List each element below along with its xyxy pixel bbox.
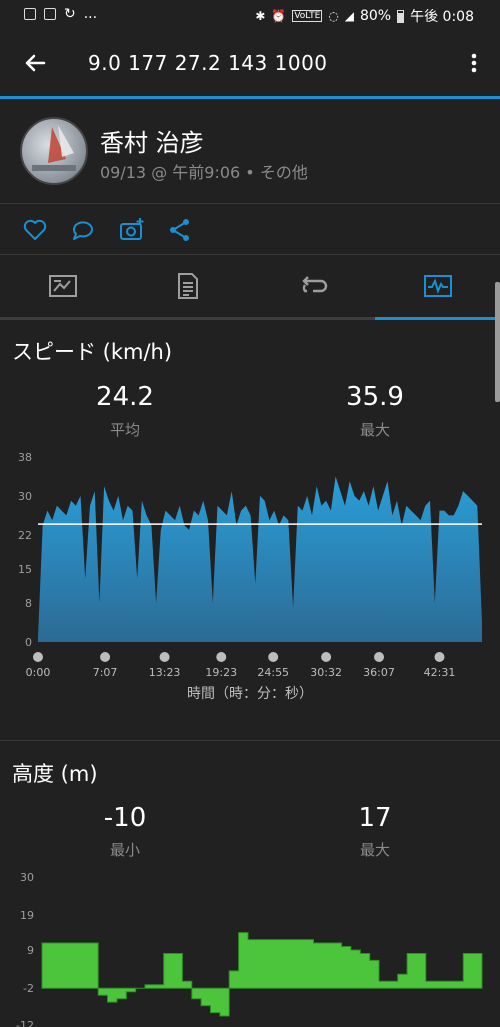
laps-icon [301,276,327,293]
speed-x-tick-label: 13:23 [149,666,181,679]
speed-avg-value: 24.2 [96,382,154,412]
speed-y-tick-label: 15 [18,563,32,576]
speed-x-tick-label: 0:00 [26,666,51,679]
elevation-min-label: 最小 [109,841,140,859]
status-dots: ... [83,6,98,22]
elevation-max-label: 最大 [359,841,390,859]
speed-x-tick-marker [374,652,385,662]
speed-x-tick-marker [321,652,332,662]
comment-icon[interactable] [69,216,97,244]
elevation-y-tick-label: 30 [20,871,34,884]
tab-summary[interactable] [0,255,125,317]
user-name[interactable]: 香村 治彦 [100,123,204,158]
speed-y-tick-label: 8 [25,597,32,610]
volte-icon: VoLTE [292,10,323,22]
avatar[interactable] [20,117,88,185]
profile-header: 香村 治彦 09/13 @ 午前9:06 • その他 [0,99,500,203]
charts-icon [423,275,452,297]
tab-indicator [375,317,500,320]
speed-x-tick-marker [33,652,43,662]
battery-icon [397,9,405,23]
speed-max-label: 最大 [359,421,390,439]
activity-title: 9.0 177 27.2 143 1000 [88,51,328,75]
speed-avg-label: 平均 [109,421,140,439]
speed-x-axis-title: 時間（時：分：秒） [187,686,313,702]
clock: 午後 0:08 [410,9,474,25]
speed-x-tick-marker [216,652,227,662]
action-row [0,204,500,254]
app-bar: 9.0 177 27.2 143 1000 [0,30,500,96]
activity-date: 09/13 @ 午前9:06 • その他 [100,163,308,182]
like-icon[interactable] [21,216,49,244]
alarm-icon: ⏰ [271,9,287,23]
bluetooth-icon: ✱ [255,9,266,23]
speed-y-tick-label: 38 [18,451,32,464]
elevation-max-value: 17 [358,803,392,833]
speed-y-tick-label: 30 [18,490,32,503]
elevation-chart: -2 9 19 30 -12 [16,871,483,1027]
arrow-left-icon[interactable] [20,48,50,78]
tab-indicator-track [0,317,500,320]
speed-x-tick-marker [159,652,170,662]
elevation-y-tick-label: 9 [27,944,34,957]
elevation-y-tick-label: 19 [20,909,34,922]
speed-x-tick-marker [100,652,111,662]
details-icon [177,273,198,299]
speed-x-tick-label: 30:32 [310,666,342,679]
share-icon[interactable] [166,216,194,244]
speed-x-tick-marker [434,652,445,662]
battery-percent: 80% [359,8,392,24]
d-icon [44,8,56,20]
status-bar: ↻ ... ✱ ⏰ VoLTE ◌ ◢ 80% 午後 0:08 [0,0,500,30]
elevation-title: 高度 (m) [12,762,98,786]
tab-bar [0,255,500,317]
wifi-icon: ◌ [328,9,339,23]
speed-max-value: 35.9 [346,382,404,412]
tab-details[interactable] [125,255,250,317]
speed-series-area [38,476,482,642]
elevation-y-tick-label: -2 [23,982,34,995]
scrollbar[interactable] [495,282,500,402]
summary-icon [48,275,77,297]
tab-laps[interactable] [250,255,375,317]
speed-title: スピード (km/h) [12,340,173,364]
speed-x-tick-label: 24:55 [257,666,289,679]
tab-charts[interactable] [375,255,500,317]
sync-icon: ↻ [64,6,76,22]
speed-chart: 0 8 15 22 30 38 0:00 7:07 13:23 19:23 24:55 30:32 36… [18,451,482,679]
speed-x-tick-label: 36:07 [363,666,395,679]
speed-x-tick-label: 19:23 [205,666,237,679]
elevation-min-value: -10 [103,803,147,833]
signal-icon: ◢ [344,9,354,23]
speed-x-tick-label: 7:07 [93,666,118,679]
more-vert-icon[interactable] [464,48,484,78]
speed-y-tick-label: 0 [25,636,32,649]
image-icon [24,8,36,20]
elevation-series-area [41,932,483,1017]
elevation-y-tick-label: -12 [16,1019,34,1027]
speed-x-tick-label: 42:31 [424,666,456,679]
divider [0,740,500,741]
add-photo-icon[interactable] [118,216,146,244]
speed-x-tick-marker [268,652,279,662]
speed-y-tick-label: 22 [18,529,32,542]
